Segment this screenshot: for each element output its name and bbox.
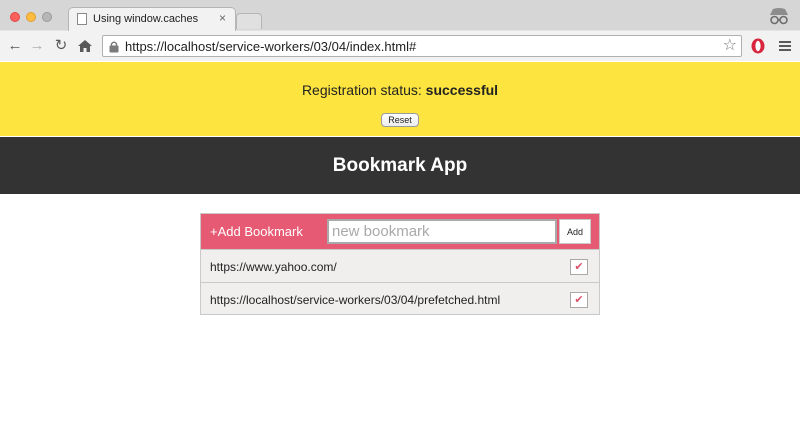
list-item: https://localhost/service-workers/03/04/…	[201, 282, 599, 315]
opera-icon[interactable]	[750, 37, 766, 55]
tab-close-icon[interactable]: ×	[219, 11, 226, 25]
page-icon	[77, 13, 87, 25]
bookmark-url[interactable]: https://localhost/service-workers/03/04/…	[210, 293, 500, 307]
registration-status: Registration status: successful	[0, 82, 800, 98]
bookmark-panel: +Add Bookmark Add https://www.yahoo.com/…	[200, 213, 600, 315]
reset-button[interactable]: Reset	[381, 113, 419, 127]
window-close-icon[interactable]	[10, 12, 20, 22]
browser-toolbar: ← → ↻ https://localhost/service-workers/…	[0, 31, 800, 61]
home-icon[interactable]	[76, 37, 94, 55]
address-bar[interactable]: https://localhost/service-workers/03/04/…	[102, 35, 742, 57]
add-bookmark-bar: +Add Bookmark Add	[201, 214, 599, 249]
tab-strip: Using window.caches ×	[0, 0, 800, 31]
forward-icon[interactable]: →	[28, 37, 46, 55]
status-label: Registration status:	[301, 82, 422, 98]
bookmark-checkbox[interactable]: ✔	[570, 259, 588, 275]
lock-icon	[109, 41, 119, 53]
new-bookmark-input[interactable]	[327, 219, 557, 244]
add-button[interactable]: Add	[559, 219, 591, 244]
registration-status-banner: Registration status: successful Reset	[0, 62, 800, 136]
reload-icon[interactable]: ↻	[52, 37, 70, 55]
url-text[interactable]: https://localhost/service-workers/03/04/…	[125, 39, 416, 54]
list-item: https://www.yahoo.com/ ✔	[201, 249, 599, 282]
back-icon[interactable]: ←	[6, 37, 24, 55]
incognito-icon[interactable]	[766, 4, 792, 28]
new-tab-button[interactable]	[236, 13, 262, 29]
menu-icon[interactable]	[778, 38, 792, 54]
app-title: Bookmark App	[0, 137, 800, 194]
browser-chrome: Using window.caches × ← → ↻ https://loca…	[0, 0, 800, 61]
star-icon[interactable]: ☆	[723, 37, 737, 55]
window-minimize-icon[interactable]	[26, 12, 36, 22]
bookmark-url[interactable]: https://www.yahoo.com/	[210, 260, 337, 274]
status-value: successful	[425, 82, 499, 98]
add-bookmark-label: +Add Bookmark	[210, 224, 303, 239]
window-maximize-icon[interactable]	[42, 12, 52, 22]
browser-tab[interactable]: Using window.caches ×	[68, 7, 236, 31]
tab-title: Using window.caches	[93, 13, 199, 25]
bookmark-checkbox[interactable]: ✔	[570, 292, 588, 308]
